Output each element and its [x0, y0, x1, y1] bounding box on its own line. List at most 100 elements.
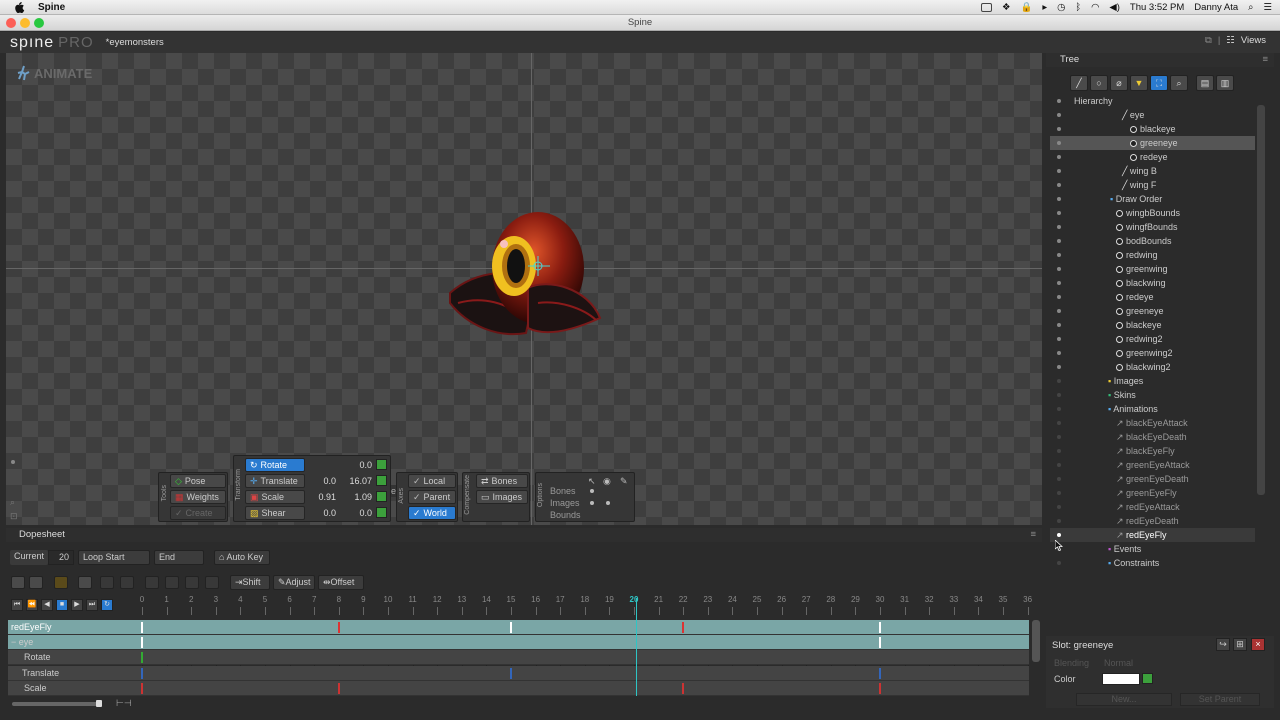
option-images-select-dot[interactable] [590, 501, 594, 505]
keyframe[interactable] [510, 622, 512, 633]
slot-delete-icon[interactable]: × [1251, 638, 1265, 651]
option-images-visible-dot[interactable] [606, 501, 610, 505]
tree-item[interactable]: ↗ redEyeFly [1050, 528, 1255, 542]
timeline-scrollbar[interactable] [12, 702, 102, 706]
color-swatch[interactable] [1102, 673, 1140, 685]
tree-item[interactable]: ↗ redEyeDeath [1050, 514, 1255, 528]
curve-custom-icon[interactable] [205, 576, 219, 589]
filter-attachments-icon[interactable]: ⌀ [1110, 75, 1128, 91]
tree-item[interactable]: redeye [1050, 290, 1255, 304]
track-row[interactable]: − eye [8, 635, 1029, 651]
tree-item[interactable]: Hierarchy [1050, 94, 1255, 108]
redo-icon[interactable] [120, 576, 134, 589]
views-icon[interactable]: ☷ [1226, 35, 1235, 46]
visibility-dot-icon[interactable] [1057, 407, 1061, 411]
tree-item[interactable]: greeneye [1050, 136, 1255, 150]
visibility-dot-icon[interactable] [1057, 561, 1061, 565]
visibility-dot-icon[interactable] [1057, 295, 1061, 299]
dopesheet-tracks[interactable]: redEyeFly − eye Rotate Translate Scale [8, 620, 1035, 696]
visibility-dot-icon[interactable] [1057, 225, 1061, 229]
tree-item[interactable]: ▪ Constraints [1050, 556, 1255, 570]
clock[interactable]: Thu 3:52 PM [1130, 2, 1184, 13]
visibility-dot-icon[interactable] [1057, 379, 1061, 383]
curve-stepped-icon[interactable] [165, 576, 179, 589]
dopesheet-menu-icon[interactable]: ≡ [1030, 528, 1036, 542]
scale-tool-button[interactable]: ▣ Scale [245, 490, 305, 504]
keyframe[interactable] [879, 622, 881, 633]
eye-monster-skeleton[interactable] [438, 208, 608, 358]
playhead[interactable] [636, 598, 637, 696]
tree-item[interactable]: ▪ Animations [1050, 402, 1255, 416]
visibility-dot-icon[interactable] [1057, 365, 1061, 369]
keyframe[interactable] [879, 667, 881, 679]
tree-item[interactable]: greeneye [1050, 304, 1255, 318]
timeline-ruler[interactable]: 0 1 2 3 4 5 6 7 8 9 10 11 12 13 14 15 16 17 18 19 20 21 22 23 24… [140, 593, 1035, 620]
close-window-button[interactable] [6, 18, 16, 28]
keyframe[interactable] [141, 637, 143, 649]
wifi-icon[interactable]: ◠ [1091, 2, 1099, 13]
shear-key-button[interactable] [376, 507, 387, 518]
apple-menu-icon[interactable] [12, 1, 26, 13]
visibility-dot-icon[interactable] [1057, 449, 1061, 453]
tree-item[interactable]: ↗ blackEyeDeath [1050, 430, 1255, 444]
color-key-button[interactable] [1142, 673, 1153, 684]
select-mode-icon[interactable]: ↖ [588, 476, 596, 487]
volume-icon[interactable]: ◀) [1109, 2, 1119, 13]
compensate-images-button[interactable]: ▭ Images [476, 490, 528, 504]
zoom-window-button[interactable] [34, 18, 44, 28]
lock-icon[interactable]: 🔒 [1021, 2, 1033, 13]
translate-key-button[interactable] [376, 475, 387, 486]
track-row[interactable]: Translate [8, 665, 1029, 681]
tree-item[interactable]: ▪ Events [1050, 542, 1255, 556]
curve-linear-icon[interactable] [145, 576, 159, 589]
tree-item[interactable]: redwing2 [1050, 332, 1255, 346]
create-button[interactable]: ✓ Create [170, 506, 226, 520]
restore-icon[interactable]: ⧉ [1205, 35, 1212, 46]
visibility-dot-icon[interactable] [1057, 421, 1061, 425]
curve-bezier-icon[interactable] [185, 576, 199, 589]
visibility-dot-icon[interactable] [1057, 183, 1061, 187]
tree-item[interactable]: blackwing2 [1050, 360, 1255, 374]
visibility-dot-icon[interactable] [1057, 211, 1061, 215]
shear-x-value[interactable]: 0.0 [306, 508, 336, 518]
visibility-dot-icon[interactable] [1057, 253, 1061, 257]
translate-y-value[interactable]: 16.07 [342, 476, 372, 486]
keyframe[interactable] [337, 682, 340, 694]
option-bones-select-dot[interactable] [590, 489, 594, 493]
translate-tool-button[interactable]: ✛ Translate [245, 474, 305, 488]
tree-item[interactable]: ↗ blackEyeFly [1050, 444, 1255, 458]
visibility-dot-icon[interactable] [1057, 239, 1061, 243]
rotate-key-button[interactable] [376, 459, 387, 470]
play-reverse-button[interactable]: ◀ [41, 599, 53, 611]
pose-button[interactable]: ◇ Pose [170, 474, 226, 488]
tree-item[interactable]: ╱ wing B [1050, 164, 1255, 178]
slot-edit-icon[interactable]: ⊞ [1233, 638, 1247, 651]
minimize-window-button[interactable] [20, 18, 30, 28]
visibility-dot-icon[interactable] [1057, 533, 1061, 537]
spotlight-icon[interactable]: ⌕ [1248, 2, 1253, 13]
visibility-dot-icon[interactable] [1057, 505, 1061, 509]
keyframe[interactable] [141, 667, 143, 679]
timeline-fit-icon[interactable]: ⊢⊣ [116, 698, 132, 709]
views-label[interactable]: Views [1241, 35, 1266, 46]
keyframe[interactable] [141, 652, 143, 664]
keyframe[interactable] [141, 622, 143, 633]
tree-item[interactable]: blackwing [1050, 276, 1255, 290]
rotate-tool-button[interactable]: ↻ Rotate [245, 458, 305, 472]
prev-key-button[interactable]: ⏪ [26, 599, 38, 611]
visibility-dot-icon[interactable] [1057, 127, 1061, 131]
keyframe[interactable] [879, 637, 881, 649]
next-key-button[interactable]: ▶ [71, 599, 83, 611]
keyframe[interactable] [337, 622, 340, 633]
key-filter-icon[interactable] [54, 576, 68, 589]
viewport[interactable]: ANIMATE eye ⌕ ⊡ [6, 53, 1042, 525]
filter-constraints-icon[interactable]: ▼ [1130, 75, 1148, 91]
visibility-dot-icon[interactable] [1057, 113, 1061, 117]
tree-item[interactable]: bodBounds [1050, 234, 1255, 248]
keyframe[interactable] [682, 682, 685, 694]
dopesheet-vertical-scrollbar[interactable] [1032, 620, 1040, 662]
dropbox-icon[interactable]: ❖ [1002, 2, 1011, 13]
local-axis-button[interactable]: ✓ Local [408, 474, 456, 488]
shear-tool-button[interactable]: ▨ Shear [245, 506, 305, 520]
paste-icon[interactable] [29, 576, 43, 589]
